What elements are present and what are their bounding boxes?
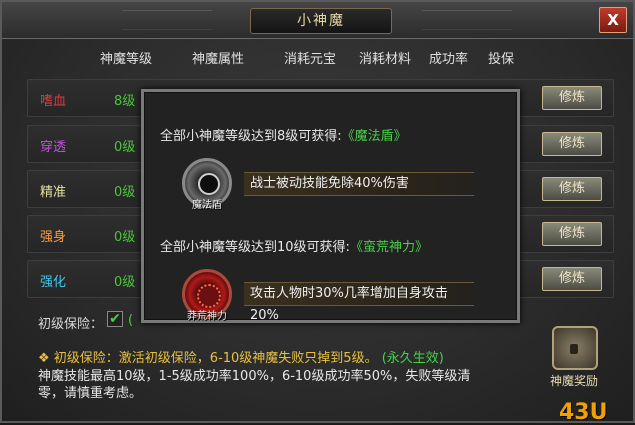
note-desc: 激活初级保险，6-10级神魔失败只掉到5级。	[118, 351, 378, 366]
insurance-after: (	[128, 313, 134, 328]
attr-level: 0级	[114, 140, 136, 155]
train-button[interactable]: 修炼	[542, 177, 602, 201]
header-attribute: 神魔属性	[192, 52, 245, 67]
watermark-logo: 43U	[559, 400, 608, 425]
attr-level: 0级	[114, 230, 136, 245]
reward-tooltip: 全部小神魔等级达到8级可获得:《魔法盾》 魔法盾 战士被动技能免除40%伤害 全…	[141, 89, 520, 323]
attr-name: 强化	[40, 275, 67, 290]
train-button[interactable]: 修炼	[542, 267, 602, 291]
header-cost-gold: 消耗元宝	[284, 52, 337, 67]
attr-name: 强身	[40, 230, 67, 245]
note-prefix: ❖ 初级保险：	[38, 351, 119, 366]
column-headers: 神魔等级 神魔属性 消耗元宝 消耗材料 成功率 投保	[32, 40, 612, 72]
header-cost-material: 消耗材料	[359, 52, 412, 67]
header-insure: 投保	[488, 52, 515, 67]
title-bar: 小神魔 X	[2, 2, 633, 39]
train-button[interactable]: 修炼	[542, 222, 602, 246]
close-button[interactable]: X	[599, 7, 627, 33]
reward-button[interactable]: 神魔奖励	[534, 322, 614, 402]
attr-level: 8级	[114, 94, 136, 109]
tooltip-line-2-item: 《蛮荒神力》	[349, 240, 428, 255]
window-title: 小神魔	[250, 8, 392, 34]
chest-icon	[552, 326, 598, 370]
insurance-note: ❖ 初级保险：激活初级保险，6-10级神魔失败只掉到5级。 (永久生效)	[38, 347, 444, 366]
skill2-effect: 攻击人物时30%几率增加自身攻击20%	[244, 282, 474, 323]
header-success-rate: 成功率	[429, 52, 469, 67]
attr-level: 0级	[114, 185, 136, 200]
note-suffix: (永久生效)	[381, 351, 444, 366]
tooltip-line-2-text: 全部小神魔等级达到10级可获得:	[160, 240, 350, 255]
skill2-caption: 莽荒神力	[187, 311, 227, 322]
info-text: 神魔技能最高10级，1-5级成功率100%，6-10级成功率50%，失败等级清零…	[38, 369, 471, 401]
tooltip-line-1-item: 《魔法盾》	[341, 129, 407, 144]
reward-label: 神魔奖励	[549, 374, 598, 388]
tooltip-line-2: 全部小神魔等级达到10级可获得:《蛮荒神力》	[160, 236, 428, 255]
skill1-effect: 战士被动技能免除40%伤害	[244, 172, 474, 196]
insurance-label: 初级保险：	[38, 317, 104, 332]
tooltip-line-1: 全部小神魔等级达到8级可获得:《魔法盾》	[160, 125, 407, 144]
tooltip-line-1-text: 全部小神魔等级达到8级可获得:	[160, 129, 342, 144]
header-level: 神魔等级	[100, 52, 153, 67]
attr-name: 穿透	[40, 140, 67, 155]
train-button[interactable]: 修炼	[542, 132, 602, 156]
title-ornament-right	[422, 10, 512, 30]
attr-level: 0级	[114, 275, 136, 290]
attr-name: 嗜血	[40, 94, 67, 109]
shenmo-window: 小神魔 X 神魔等级 神魔属性 消耗元宝 消耗材料 成功率 投保 嗜血 8级 修…	[0, 0, 635, 425]
train-button[interactable]: 修炼	[542, 86, 602, 110]
attr-name: 精准	[40, 185, 67, 200]
title-ornament-left	[122, 10, 212, 30]
skill1-caption: 魔法盾	[192, 200, 222, 211]
insurance-checkbox[interactable]: ✔	[107, 311, 123, 327]
